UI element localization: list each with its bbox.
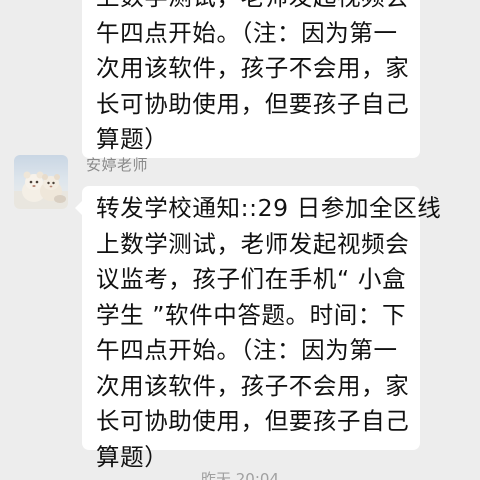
message-bubble-previous[interactable]: 上数学测试，老师发起视频会 午四点开始。（注：因为第一 次用该软件，孩子不会用，… <box>82 0 420 158</box>
message-line: 上数学测试，老师发起视频会 <box>96 0 409 16</box>
message-line: 长可协助使用，但要孩子自己 <box>96 407 410 435</box>
bubble-tail <box>75 200 83 216</box>
sender-name: 安婷老师 <box>86 156 149 174</box>
message-line: 次用该软件，孩子不会用，家 <box>96 371 410 400</box>
message-line: 午四点开始。（注：因为第一 <box>96 18 398 47</box>
chat-screen: 上数学测试，老师发起视频会 午四点开始。（注：因为第一 次用该软件，孩子不会用，… <box>0 0 480 480</box>
message-line: 午四点开始。（注：因为第一 <box>96 336 398 364</box>
message-bubble[interactable]: 转发学校通知::29 日参加全区线 上数学测试，老师发起视频会 议监考，孩子们在… <box>75 186 442 471</box>
message-line: 算题） <box>96 125 169 153</box>
sender-avatar[interactable] <box>14 155 68 209</box>
message-line: 长可协助使用，但要孩子自己 <box>96 89 410 118</box>
message-line: 上数学测试，老师发起视频会 <box>96 229 410 258</box>
message-line: 学生 ”软件中答题。时间：下 <box>96 300 407 329</box>
fluffy-toy-avatar-icon <box>14 171 68 209</box>
message-timestamp: 昨天 20:04 <box>201 470 279 480</box>
message-line: 议监考，孩子们在手机“ 小盒 <box>96 265 407 293</box>
message-line: 次用该软件，孩子不会用，家 <box>96 54 410 82</box>
message-line: 转发学校通知::29 日参加全区线 <box>96 194 442 222</box>
